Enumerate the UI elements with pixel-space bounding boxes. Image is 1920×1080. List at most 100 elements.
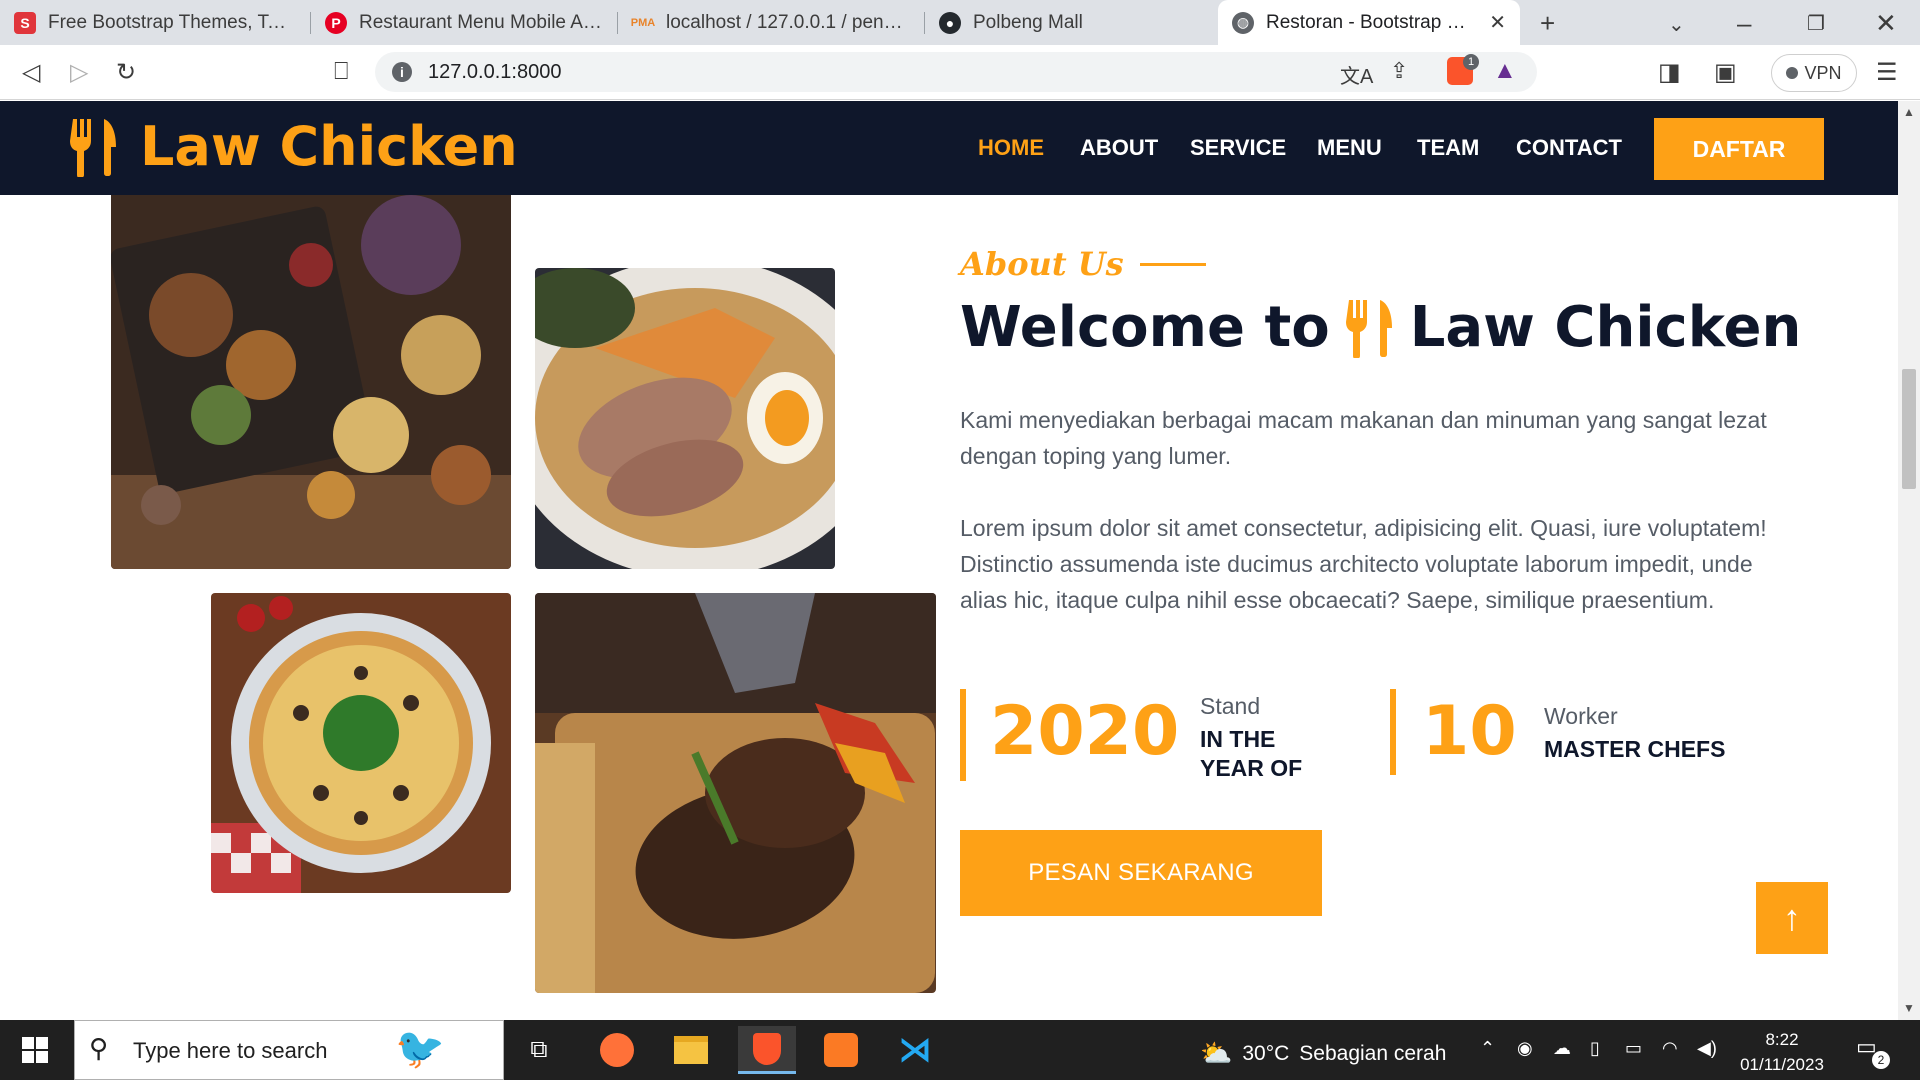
scroll-down-icon[interactable]: ▼ xyxy=(1903,1001,1915,1015)
stat-bar xyxy=(960,689,966,781)
site-info-icon[interactable]: i xyxy=(392,62,412,82)
menu-icon[interactable]: ☰ xyxy=(1876,58,1898,87)
record-icon[interactable]: ◉ xyxy=(1517,1038,1533,1059)
utensils-icon xyxy=(70,118,116,177)
vpn-status-icon xyxy=(1786,67,1799,79)
brave-rewards-icon[interactable]: ▲ xyxy=(1493,57,1517,85)
site-brand[interactable]: Law Chicken xyxy=(70,115,518,178)
back-icon[interactable]: ◁ xyxy=(22,58,40,87)
about-heading: Welcome to Law Chicken xyxy=(960,295,1801,360)
vpn-label: VPN xyxy=(1804,62,1842,83)
windows-taskbar: ⚲ Type here to search 🐦 ⧉ ⋊ ⛅ 30°C Sebag… xyxy=(0,1020,1920,1080)
order-now-button[interactable]: PESAN SEKARANG xyxy=(960,830,1322,916)
heading-prefix: Welcome to xyxy=(960,295,1330,360)
close-tab-icon[interactable]: ✕ xyxy=(1489,10,1506,35)
stat-bar xyxy=(1390,689,1396,775)
nav-service[interactable]: SERVICE xyxy=(1190,135,1286,161)
vpn-button[interactable]: VPN xyxy=(1771,54,1857,92)
url-text: 127.0.0.1:8000 xyxy=(428,61,562,83)
browser-tab[interactable]: P Restaurant Menu Mobile App D xyxy=(311,0,617,45)
weather-text: Sebagian cerah xyxy=(1299,1041,1447,1065)
globe-icon: ◍ xyxy=(1232,11,1254,34)
brave-count-badge: 1 xyxy=(1463,54,1479,70)
crow-icon: 🐦 xyxy=(395,1027,445,1071)
scrollbar-thumb[interactable] xyxy=(1902,369,1916,489)
about-paragraph-2: Lorem ipsum dolor sit amet consectetur, … xyxy=(960,515,1767,613)
wallet-icon[interactable]: ▣ xyxy=(1714,58,1737,87)
browser-tab-active[interactable]: ◍ Restoran - Bootstrap Rest ✕ xyxy=(1218,0,1520,45)
about-kicker: About Us xyxy=(960,245,1206,283)
search-placeholder: Type here to search xyxy=(133,1038,328,1063)
stat-number-year: 2020 xyxy=(990,692,1180,771)
tab-title: localhost / 127.0.0.1 / pengadu xyxy=(666,11,910,33)
brand-name: Law Chicken xyxy=(140,115,518,178)
browser-tab[interactable]: PMA localhost / 127.0.0.1 / pengadu xyxy=(618,0,924,45)
restore-icon[interactable]: ❐ xyxy=(1807,11,1825,36)
brave-icon[interactable] xyxy=(738,1026,796,1074)
ramen-bowl-image xyxy=(535,268,835,569)
bookmark-icon[interactable]: ⎕ xyxy=(334,58,348,86)
browser-tab[interactable]: S Free Bootstrap Themes, Templa xyxy=(0,0,310,45)
about-kicker-text: About Us xyxy=(960,245,1124,283)
clock-date: 01/11/2023 xyxy=(1740,1055,1824,1074)
clock-time: 8:22 xyxy=(1765,1030,1799,1049)
tray-chevron-icon[interactable]: ⌃ xyxy=(1480,1038,1495,1059)
weather-icon: ⛅ xyxy=(1200,1038,1233,1068)
back-to-top-button[interactable]: ↑ xyxy=(1756,882,1828,954)
phpmyadmin-icon: PMA xyxy=(630,16,656,29)
nav-menu[interactable]: MENU xyxy=(1317,135,1382,161)
wifi-icon[interactable]: ◠ xyxy=(1662,1038,1678,1059)
nav-about[interactable]: ABOUT xyxy=(1080,135,1158,161)
about-paragraph-1: Kami menyediakan berbagai macam makanan … xyxy=(960,407,1767,469)
weather-temp: 30°C xyxy=(1242,1041,1290,1065)
taskbar-search[interactable]: ⚲ Type here to search 🐦 xyxy=(74,1020,504,1080)
minimize-icon[interactable]: – xyxy=(1737,8,1751,39)
nav-contact[interactable]: CONTACT xyxy=(1516,135,1622,161)
stat-big-label: IN THE YEAR OF xyxy=(1200,726,1303,781)
about-section: About Us Welcome to Law Chicken Kami men… xyxy=(0,195,1898,1020)
food-platter-image xyxy=(111,195,511,569)
pinterest-icon: P xyxy=(325,11,347,34)
weather-widget[interactable]: ⛅ 30°C Sebagian cerah xyxy=(1200,1038,1446,1069)
reload-icon[interactable]: ↻ xyxy=(116,58,136,87)
notification-count-badge: 2 xyxy=(1872,1051,1890,1069)
tab-title: Free Bootstrap Themes, Templa xyxy=(48,11,296,33)
forward-icon[interactable]: ▷ xyxy=(70,58,88,87)
firefox-icon[interactable] xyxy=(588,1026,646,1074)
tab-title: Restaurant Menu Mobile App D xyxy=(359,11,603,33)
tab-title: Restoran - Bootstrap Rest xyxy=(1266,11,1476,33)
browser-tab[interactable]: ● Polbeng Mall xyxy=(925,0,1215,45)
windows-start-icon[interactable] xyxy=(22,1037,48,1063)
nav-team[interactable]: TEAM xyxy=(1417,135,1479,161)
tab-search-chevron-icon[interactable]: ⌄ xyxy=(1668,12,1685,37)
taskbar-clock[interactable]: 8:22 01/11/2023 xyxy=(1734,1027,1830,1077)
volume-icon[interactable]: ◀) xyxy=(1697,1038,1717,1059)
tab-title: Polbeng Mall xyxy=(973,11,1083,33)
share-icon[interactable]: ⇪ xyxy=(1390,58,1408,84)
stat-small-label: Worker xyxy=(1544,703,1618,729)
search-icon: ⚲ xyxy=(89,1033,109,1063)
xampp-icon[interactable] xyxy=(812,1026,870,1074)
daftar-button[interactable]: DAFTAR xyxy=(1654,118,1824,180)
stat-number-workers: 10 xyxy=(1422,692,1517,771)
file-explorer-icon[interactable] xyxy=(662,1026,720,1074)
task-view-icon[interactable]: ⧉ xyxy=(510,1026,568,1074)
new-tab-button[interactable]: + xyxy=(1540,8,1555,39)
sidebar-icon[interactable]: ◨ xyxy=(1658,58,1681,87)
browser-tab-strip: S Free Bootstrap Themes, Templa P Restau… xyxy=(0,0,1920,45)
window-close-icon[interactable]: ✕ xyxy=(1875,8,1897,39)
address-bar[interactable]: i 127.0.0.1:8000 文A ⇪ 1 ▲ xyxy=(375,52,1537,92)
stat-small-label: Stand xyxy=(1200,693,1261,719)
battery-icon[interactable]: ▭ xyxy=(1625,1038,1642,1059)
page-scrollbar[interactable]: ▲ ▼ xyxy=(1898,101,1920,1020)
stat-big-label: MASTER CHEFS xyxy=(1544,736,1726,762)
cloud-icon[interactable]: ☁ xyxy=(1553,1038,1571,1059)
kicker-line xyxy=(1139,262,1206,266)
camera-icon[interactable]: ▯ xyxy=(1590,1038,1600,1059)
site-navbar: Law Chicken HOME ABOUT SERVICE MENU TEAM… xyxy=(0,101,1898,195)
nav-home[interactable]: HOME xyxy=(978,135,1044,161)
scroll-up-icon[interactable]: ▲ xyxy=(1903,105,1915,119)
translate-icon[interactable]: 文A xyxy=(1340,60,1373,89)
heading-brand: Law Chicken xyxy=(1409,295,1802,360)
vscode-icon[interactable]: ⋊ xyxy=(886,1026,944,1074)
